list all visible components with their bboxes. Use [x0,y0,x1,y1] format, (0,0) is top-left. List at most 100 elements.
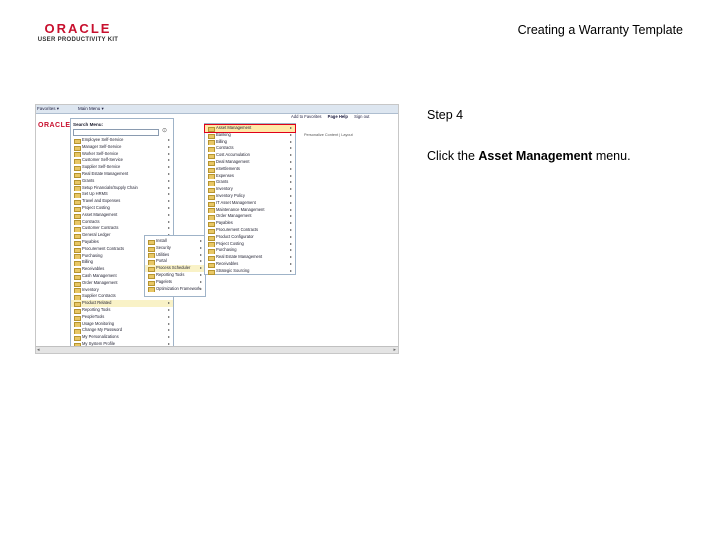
menu-item-label: Employee Self-Service [82,137,124,142]
scroll-right-icon[interactable]: ▸ [393,347,396,353]
search-go-icon[interactable]: ⊙ [162,127,170,134]
personalize-link[interactable]: Personalize Content | Layout [304,133,353,137]
chevron-right-icon: ▸ [167,211,170,217]
chevron-right-icon: ▸ [289,165,292,171]
menu-item[interactable]: eSettlements ▸ [205,166,295,173]
chevron-right-icon: ▸ [167,218,170,224]
menu-item[interactable]: Inventory Policy ▸ [205,193,295,200]
horizontal-scrollbar[interactable]: ◂ ▸ [36,346,398,353]
menu-item[interactable]: Change My Password ▸ [71,327,173,335]
favorites-menu[interactable]: Favorites ▾ [37,106,59,112]
chevron-right-icon: ▸ [289,158,292,164]
menu-item[interactable]: IT Asset Management ▸ [205,200,295,207]
menu-item[interactable]: My Personalizations ▸ [71,334,173,341]
menu-item[interactable]: Portal ▸ [145,258,205,266]
menu-item[interactable]: Supplier Self-Service ▸ [71,164,173,171]
menu-item-label: Expenses [216,172,234,178]
menu-item-label: Billing [216,138,227,144]
menu-item[interactable]: Optimization Framework ▸ [145,286,205,293]
menu-item[interactable]: Contracts ▸ [71,219,173,226]
menu-item[interactable]: Strategic Sourcing ▸ [205,268,295,275]
menu-item-label: Real Estate Management [216,254,263,260]
chevron-right-icon: ▸ [199,271,202,277]
page-help-link[interactable]: Page Help [328,114,348,119]
menu-item[interactable]: Receivables ▸ [205,261,295,268]
menu-item[interactable]: Project Costing ▸ [71,205,173,212]
menu-item[interactable]: Customer Self-Service ▸ [71,157,173,165]
step-instruction: Click the Asset Management menu. [427,149,631,163]
menu-item[interactable]: Inventory ▸ [205,186,295,193]
menu-item[interactable]: Process Scheduler ▸ [145,265,205,272]
menu-item[interactable]: Utilities ▸ [145,252,205,259]
menu-item[interactable]: Real Estate Management ▸ [71,171,173,178]
menu-item[interactable]: Worker Self-Service ▸ [71,151,173,158]
menu-item[interactable]: Deal Management ▸ [205,159,295,166]
main-menu[interactable]: Main Menu ▾ [78,106,104,112]
menu-item-label: Asset Management [216,125,252,130]
chevron-right-icon: ▸ [199,278,202,284]
menu-item-label: Cash Management [82,272,117,278]
scroll-left-icon[interactable]: ◂ [37,347,40,353]
menu-item[interactable]: Order Management ▸ [205,213,295,221]
menu-item[interactable]: Setup Financials/Supply Chain ▸ [71,185,173,192]
add-to-favorites-link[interactable]: Add to Favorites [291,114,322,119]
menu-item[interactable]: Purchasing ▸ [205,247,295,255]
menu-item[interactable]: Payables ▸ [205,220,295,227]
menu-item[interactable]: Product Related ▸ [71,300,173,307]
menu-item-label: Contracts [216,145,234,151]
menu-item[interactable]: Expenses ▸ [205,173,295,180]
menu-item[interactable]: Asset Management ▸ [204,124,296,133]
chevron-right-icon: ▸ [289,267,292,273]
menu-item[interactable]: Employee Self-Service ▸ [71,137,173,144]
menu-item[interactable]: Cost Accumulation ▸ [205,152,295,159]
menu-item[interactable]: Asset Management ▸ [71,212,173,219]
menu-item[interactable]: PeopleTools ▸ [71,314,173,321]
chevron-right-icon: ▸ [167,150,170,156]
chevron-right-icon: ▸ [289,240,292,246]
chevron-right-icon: ▸ [289,125,292,130]
menu-item-label: Deal Management [216,158,250,164]
chevron-right-icon: ▸ [167,225,170,231]
menu-item[interactable]: Customer Contracts ▸ [71,225,173,233]
menu-item-label: Project Costing [82,204,110,210]
menu-item-label: Inventory [216,186,233,192]
instruction-prefix: Click the [427,149,479,163]
menu-item-label: Install [156,238,167,243]
menu-item-label: Purchasing [82,252,103,258]
menu-item-label: Contracts [82,218,100,224]
sign-out-link[interactable]: Sign out [354,114,369,119]
menu-item[interactable]: Reporting Tools ▸ [145,272,205,279]
menu-item-label: Asset Management [82,211,118,217]
menu-item[interactable]: Grants ▸ [71,178,173,185]
chevron-right-icon: ▸ [289,199,292,205]
menu-item-label: Product Configurator [216,233,254,239]
menu-item[interactable]: Project Costing ▸ [205,241,295,248]
chevron-right-icon: ▸ [289,260,292,266]
menu-item[interactable]: Security ▸ [145,245,205,252]
menu-item-label: Set Up HRMS [82,191,108,197]
search-menu-input[interactable] [73,129,159,136]
menu-item[interactable]: Maintenance Management ▸ [205,207,295,214]
menu-item[interactable]: Travel and Expenses ▸ [71,198,173,205]
menu-item[interactable]: Set Up HRMS ▸ [71,191,173,199]
menu-item-label: Order Management [82,279,118,285]
menu-item[interactable]: Install ▸ [145,238,205,245]
menu-item[interactable]: Billing ▸ [205,139,295,146]
menu-item-label: Payables [216,220,233,226]
menu-item[interactable]: Real Estate Management ▸ [205,254,295,261]
menu-item[interactable]: Usage Monitoring ▸ [71,321,173,328]
menu-item[interactable]: Product Configurator ▸ [205,234,295,241]
menu-item[interactable]: Procurement Contracts ▸ [205,227,295,234]
menu-item[interactable]: Pagelets ▸ [145,279,205,286]
chevron-right-icon: ▸ [289,138,292,144]
menu-item-label: Purchasing [216,247,237,253]
oracle-upk-logo: ORACLE USER PRODUCTIVITY KIT [34,22,122,48]
menu-item-label: Security [156,244,171,250]
menu-item[interactable]: Grants ▸ [205,179,295,187]
menu-item-label: Order Management [216,213,252,219]
menu-item[interactable]: Manager Self-Service ▸ [71,144,173,151]
menu-item-label: Process Scheduler [156,265,191,271]
menu-item[interactable]: Reporting Tools ▸ [71,307,173,314]
menu-item[interactable]: Contracts ▸ [205,145,295,153]
menu-item[interactable]: Banking ▸ [205,132,295,139]
